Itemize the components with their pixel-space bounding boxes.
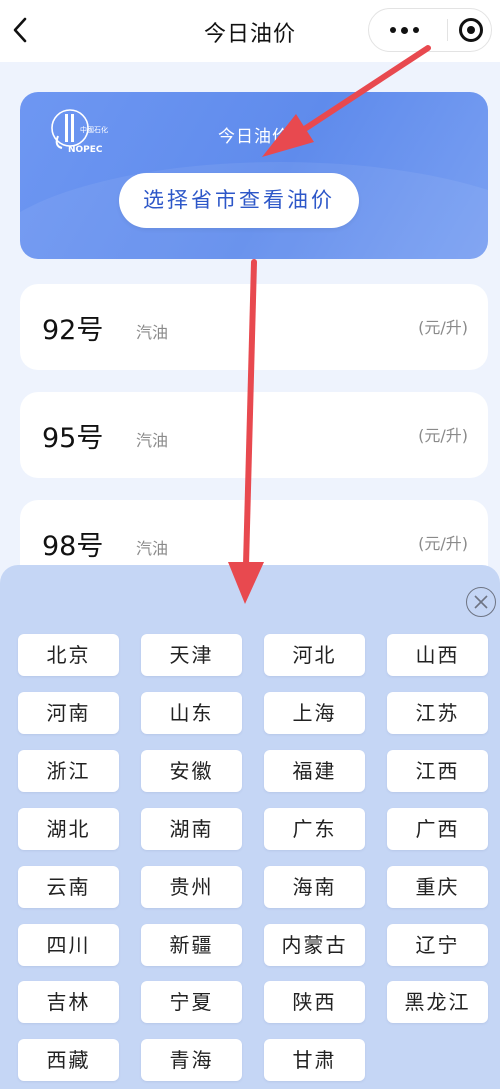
fuel-grade: 98号 (42, 531, 104, 562)
close-icon (474, 595, 488, 609)
province-button-fujian[interactable]: 福建 (264, 750, 365, 792)
province-button-ningxia[interactable]: 宁夏 (141, 981, 242, 1023)
fuel-grade: 92号 (42, 315, 104, 346)
province-button-chongqing[interactable]: 重庆 (387, 866, 488, 908)
close-miniprogram-button[interactable] (451, 9, 491, 51)
province-button-tianjin[interactable]: 天津 (141, 634, 242, 676)
more-button[interactable] (369, 9, 439, 51)
province-button-shandong[interactable]: 山东 (141, 692, 242, 734)
province-button-jiangsu[interactable]: 江苏 (387, 692, 488, 734)
province-button-guangdong[interactable]: 广东 (264, 808, 365, 850)
fuel-grade: 95号 (42, 423, 104, 454)
price-card-95[interactable]: 95号 汽油 (元/升) (20, 392, 488, 478)
price-unit: (元/升) (418, 318, 468, 337)
province-button-yunnan[interactable]: 云南 (18, 866, 119, 908)
province-button-anhui[interactable]: 安徽 (141, 750, 242, 792)
fuel-kind: 汽油 (136, 539, 169, 558)
province-button-xinjiang[interactable]: 新疆 (141, 924, 242, 966)
banner-title: 今日油价 (218, 127, 290, 147)
province-button-hainan[interactable]: 海南 (264, 866, 365, 908)
more-dots-icon-end (412, 27, 419, 33)
miniprogram-capsule (368, 8, 492, 52)
province-button-qinghai[interactable]: 青海 (141, 1039, 242, 1081)
province-button-neimenggu[interactable]: 内蒙古 (264, 924, 365, 966)
province-button-sichuan[interactable]: 四川 (18, 924, 119, 966)
province-button-henan[interactable]: 河南 (18, 692, 119, 734)
province-button-heilongjiang[interactable]: 黑龙江 (387, 981, 488, 1023)
province-button-shanghai[interactable]: 上海 (264, 692, 365, 734)
province-button-beijing[interactable]: 北京 (18, 634, 119, 676)
province-button-jiangxi[interactable]: 江西 (387, 750, 488, 792)
price-unit: (元/升) (418, 426, 468, 445)
close-picker-button[interactable] (466, 587, 496, 617)
nav-bar: 今日油价 (0, 0, 500, 62)
province-button-hubei[interactable]: 湖北 (18, 808, 119, 850)
province-button-hunan[interactable]: 湖南 (141, 808, 242, 850)
capsule-divider (447, 19, 448, 41)
target-icon (459, 18, 483, 42)
province-button-guizhou[interactable]: 贵州 (141, 866, 242, 908)
price-card-92[interactable]: 92号 汽油 (元/升) (20, 284, 488, 370)
more-dots-icon (389, 27, 396, 33)
province-button-gansu[interactable]: 甘肃 (264, 1039, 365, 1081)
province-button-hebei[interactable]: 河北 (264, 634, 365, 676)
province-button-jilin[interactable]: 吉林 (18, 981, 119, 1023)
more-dots-icon-mid (400, 26, 408, 34)
province-button-shanxi[interactable]: 山西 (387, 634, 488, 676)
price-unit: (元/升) (418, 534, 468, 553)
header-banner: 中國石化 NOPEC 今日油价 选择省市查看油价 (20, 92, 488, 259)
province-button-shaanxi[interactable]: 陕西 (264, 981, 365, 1023)
province-button-guangxi[interactable]: 广西 (387, 808, 488, 850)
province-button-zhejiang[interactable]: 浙江 (18, 750, 119, 792)
province-picker-sheet: 北京 天津 河北 山西 河南 山东 上海 江苏 浙江 安徽 福建 江西 湖北 湖… (0, 565, 500, 1089)
select-province-button[interactable]: 选择省市查看油价 (119, 173, 359, 228)
province-button-xizang[interactable]: 西藏 (18, 1039, 119, 1081)
province-button-liaoning[interactable]: 辽宁 (387, 924, 488, 966)
fuel-kind: 汽油 (136, 323, 169, 342)
fuel-kind: 汽油 (136, 431, 169, 450)
